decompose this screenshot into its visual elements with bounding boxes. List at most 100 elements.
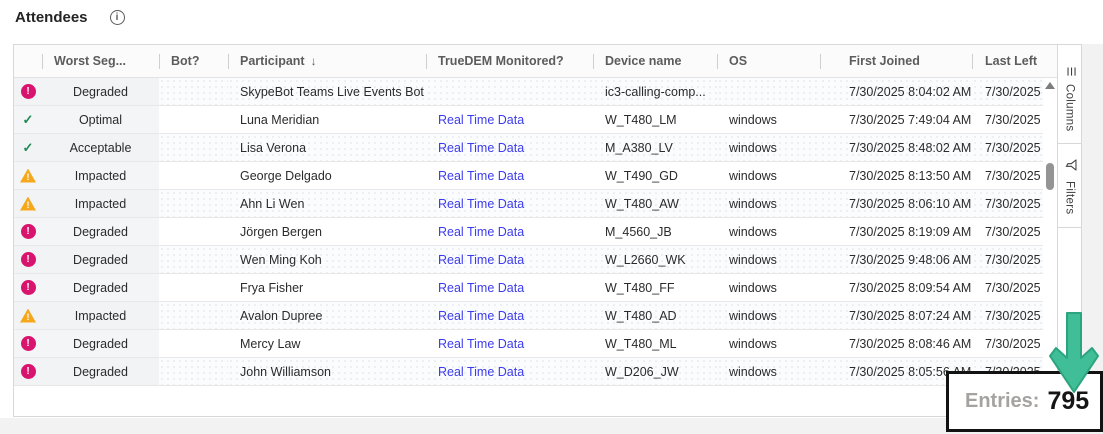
cell-severity: Degraded xyxy=(42,358,159,385)
cell-severity: Impacted xyxy=(42,190,159,217)
cell-last-left: 7/30/2025 xyxy=(972,330,1045,357)
acceptable-check-icon: ✓ xyxy=(23,140,34,156)
table-row[interactable]: ✓AcceptableLisa VeronaReal Time DataM_A3… xyxy=(14,134,1057,162)
column-header-truedem-monitored[interactable]: TrueDEM Monitored? xyxy=(426,45,593,77)
cell-severity: Impacted xyxy=(42,162,159,189)
degraded-exclamation-icon: ! xyxy=(21,336,36,351)
cell-status: ! xyxy=(14,358,42,385)
degraded-exclamation-icon: ! xyxy=(21,364,36,379)
table-body: !DegradedSkypeBot Teams Live Events Boti… xyxy=(14,78,1057,386)
column-header-device-name[interactable]: Device name xyxy=(593,45,717,77)
column-header-os[interactable]: OS xyxy=(717,45,820,77)
degraded-exclamation-icon: ! xyxy=(21,84,36,99)
cell-bot xyxy=(159,330,228,357)
table-row[interactable]: !DegradedJohn WilliamsonReal Time DataW_… xyxy=(14,358,1057,386)
cell-bot xyxy=(159,358,228,385)
real-time-data-link[interactable]: Real Time Data xyxy=(438,253,524,267)
scrollbar-thumb[interactable] xyxy=(1046,163,1054,190)
cell-severity: Degraded xyxy=(42,246,159,273)
cell-monitored: Real Time Data xyxy=(426,358,593,385)
real-time-data-link[interactable]: Real Time Data xyxy=(438,197,524,211)
titlebar: Attendees i xyxy=(15,9,125,26)
cell-participant: Luna Meridian xyxy=(228,106,426,133)
cell-bot xyxy=(159,218,228,245)
cell-severity: Impacted xyxy=(42,302,159,329)
table-row[interactable]: !DegradedSkypeBot Teams Live Events Boti… xyxy=(14,78,1057,106)
cell-first-joined: 7/30/2025 8:08:46 AM xyxy=(820,330,972,357)
real-time-data-link[interactable]: Real Time Data xyxy=(438,337,524,351)
impacted-warning-icon: ! xyxy=(20,197,36,211)
column-header-first-joined[interactable]: First Joined xyxy=(820,45,972,77)
cell-bot xyxy=(159,274,228,301)
cell-bot xyxy=(159,106,228,133)
real-time-data-link[interactable]: Real Time Data xyxy=(438,365,524,379)
tab-filters-label: Filters xyxy=(1064,181,1076,214)
real-time-data-link[interactable]: Real Time Data xyxy=(438,141,524,155)
scroll-up-icon[interactable] xyxy=(1045,82,1055,89)
cell-last-left: 7/30/2025 xyxy=(972,246,1045,273)
cell-os: windows xyxy=(717,274,820,301)
cell-status: ✓ xyxy=(14,134,42,161)
cell-device: W_T480_AW xyxy=(593,190,717,217)
cell-device: W_T480_ML xyxy=(593,330,717,357)
cell-monitored xyxy=(426,78,593,105)
cell-device: W_T480_LM xyxy=(593,106,717,133)
cell-os: windows xyxy=(717,134,820,161)
cell-participant: Avalon Dupree xyxy=(228,302,426,329)
cell-first-joined: 7/30/2025 8:04:02 AM xyxy=(820,78,972,105)
cell-os: windows xyxy=(717,162,820,189)
degraded-exclamation-icon: ! xyxy=(21,224,36,239)
cell-last-left: 7/30/2025 xyxy=(972,134,1045,161)
cell-bot xyxy=(159,134,228,161)
cell-participant: Frya Fisher xyxy=(228,274,426,301)
cell-last-left: 7/30/2025 xyxy=(972,274,1045,301)
cell-participant: Ahn Li Wen xyxy=(228,190,426,217)
cell-monitored: Real Time Data xyxy=(426,218,593,245)
table-row[interactable]: !DegradedMercy LawReal Time DataW_T480_M… xyxy=(14,330,1057,358)
column-header-last-left[interactable]: Last Left xyxy=(972,45,1045,77)
cell-os: windows xyxy=(717,106,820,133)
impacted-warning-icon: ! xyxy=(20,169,36,183)
real-time-data-link[interactable]: Real Time Data xyxy=(438,309,524,323)
cell-first-joined: 7/30/2025 8:07:24 AM xyxy=(820,302,972,329)
table-row[interactable]: !ImpactedGeorge DelgadoReal Time DataW_T… xyxy=(14,162,1057,190)
table-row[interactable]: !DegradedWen Ming KohReal Time DataW_L26… xyxy=(14,246,1057,274)
cell-monitored: Real Time Data xyxy=(426,302,593,329)
table-header: Worst Seg...Bot?Participant↓TrueDEM Moni… xyxy=(14,45,1057,78)
cell-severity: Degraded xyxy=(42,78,159,105)
column-header-worst-segment[interactable]: Worst Seg... xyxy=(42,45,159,77)
cell-os: windows xyxy=(717,302,820,329)
cell-first-joined: 7/30/2025 7:49:04 AM xyxy=(820,106,972,133)
real-time-data-link[interactable]: Real Time Data xyxy=(438,225,524,239)
cell-participant: Jörgen Bergen xyxy=(228,218,426,245)
table-row[interactable]: !ImpactedAvalon DupreeReal Time DataW_T4… xyxy=(14,302,1057,330)
sort-descending-icon: ↓ xyxy=(311,54,317,68)
real-time-data-link[interactable]: Real Time Data xyxy=(438,113,524,127)
filter-icon xyxy=(1061,160,1079,171)
column-header-status[interactable] xyxy=(14,45,42,77)
column-header-bot[interactable]: Bot? xyxy=(159,45,228,77)
cell-last-left: 7/30/2025 xyxy=(972,218,1045,245)
cell-last-left: 7/30/2025 xyxy=(972,302,1045,329)
info-icon[interactable]: i xyxy=(110,10,125,25)
table-row[interactable]: !DegradedFrya FisherReal Time DataW_T480… xyxy=(14,274,1057,302)
cell-severity: Acceptable xyxy=(42,134,159,161)
cell-participant: Lisa Verona xyxy=(228,134,426,161)
cell-last-left: 7/30/2025 xyxy=(972,162,1045,189)
real-time-data-link[interactable]: Real Time Data xyxy=(438,169,524,183)
table-row[interactable]: ✓OptimalLuna MeridianReal Time DataW_T48… xyxy=(14,106,1057,134)
cell-status: ! xyxy=(14,218,42,245)
real-time-data-link[interactable]: Real Time Data xyxy=(438,281,524,295)
tab-filters[interactable]: Filters xyxy=(1058,144,1081,227)
tab-columns[interactable]: ☰ Columns xyxy=(1058,45,1081,144)
table-row[interactable]: !DegradedJörgen BergenReal Time DataM_45… xyxy=(14,218,1057,246)
column-header-participant[interactable]: Participant↓ xyxy=(228,45,426,77)
cell-monitored: Real Time Data xyxy=(426,190,593,217)
cell-first-joined: 7/30/2025 8:48:02 AM xyxy=(820,134,972,161)
impacted-warning-icon: ! xyxy=(20,309,36,323)
cell-os: windows xyxy=(717,190,820,217)
cell-monitored: Real Time Data xyxy=(426,162,593,189)
cell-device: ic3-calling-comp... xyxy=(593,78,717,105)
table-row[interactable]: ! Impacted Ahn Li Wen Real Time Data W_T480_… xyxy=(14,190,1057,218)
cell-device: W_D206_JW xyxy=(593,358,717,385)
